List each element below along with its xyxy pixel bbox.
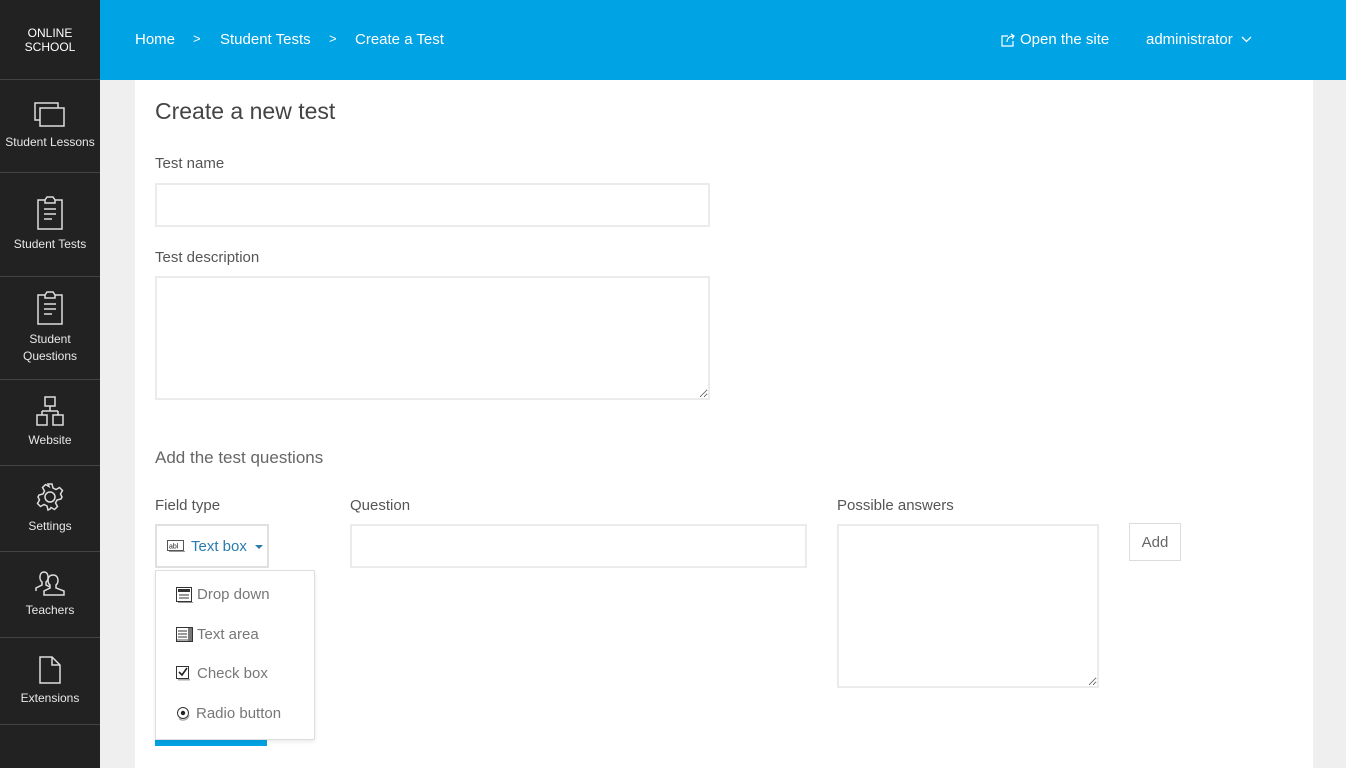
possible-answers-label: Possible answers	[837, 497, 954, 514]
user-name: administrator	[1146, 31, 1233, 48]
clipboard-icon	[37, 291, 63, 325]
sidebar-item-label: Extensions	[20, 690, 80, 705]
field-type-select[interactable]: abl Text box	[155, 524, 269, 568]
add-question-button[interactable]: Add	[1129, 523, 1181, 561]
breadcrumb-current: Create a Test	[355, 31, 444, 48]
top-bar: Home > Student Tests > Create a Test Ope…	[100, 0, 1346, 80]
field-type-dropdown: Drop down Text area Check box Radio butt…	[155, 570, 315, 740]
user-menu[interactable]: administrator	[1146, 31, 1252, 48]
question-input[interactable]	[350, 524, 807, 568]
question-label: Question	[350, 497, 411, 514]
sidebar-item-label: Website	[28, 433, 72, 447]
dropdown-option-drop-down[interactable]: Drop down	[176, 586, 270, 603]
logo[interactable]: ONLINE SCHOOL	[0, 0, 100, 80]
sidebar-item-website[interactable]: Website	[0, 380, 100, 466]
open-site-link[interactable]: Open the site	[1001, 31, 1109, 48]
clipboard-icon	[37, 196, 63, 230]
sidebar-item-label: Teachers	[25, 603, 75, 617]
dropdown-option-check-box[interactable]: Check box	[176, 665, 268, 682]
file-icon	[39, 655, 61, 684]
option-label: Text area	[197, 626, 259, 643]
breadcrumb-separator: >	[329, 31, 337, 46]
option-label: Drop down	[197, 586, 270, 603]
sidebar-item-label: Settings	[28, 519, 72, 533]
lessons-icon	[34, 101, 65, 127]
possible-answers-textarea[interactable]	[837, 524, 1099, 688]
main-content: Create a new test Test name Test descrip…	[135, 80, 1313, 768]
caret-down-icon	[254, 545, 263, 549]
sidebar-item-label: Student Lessons	[5, 134, 95, 149]
breadcrumb-student-tests[interactable]: Student Tests	[220, 31, 311, 48]
chevron-down-icon	[1241, 36, 1252, 43]
sidebar-item-student-tests[interactable]: Student Tests	[0, 173, 100, 277]
textarea-icon	[176, 626, 193, 642]
sidebar-item-label: Student Tests	[13, 237, 87, 251]
sidebar: ONLINE SCHOOL Student Lessons Student Tes…	[0, 0, 100, 768]
sidebar-item-label: Student Questions	[22, 332, 78, 363]
test-description-textarea[interactable]	[155, 276, 710, 400]
sidebar-item-extensions[interactable]: Extensions	[0, 638, 100, 725]
test-description-label: Test description	[155, 249, 260, 266]
questions-section-title: Add the test questions	[155, 448, 324, 467]
sidebar-item-student-questions[interactable]: Student Questions	[0, 277, 100, 380]
option-label: Check box	[197, 665, 268, 682]
breadcrumb-separator: >	[193, 31, 201, 46]
sidebar-item-student-lessons[interactable]: Student Lessons	[0, 80, 100, 173]
test-name-input[interactable]	[155, 183, 710, 227]
option-label: Radio button	[196, 705, 282, 722]
checkbox-icon	[176, 666, 190, 681]
svg-text:abl: abl	[169, 544, 179, 551]
external-link-icon	[1001, 33, 1015, 47]
users-icon	[35, 571, 65, 596]
breadcrumb-home[interactable]: Home	[135, 31, 175, 48]
page-title: Create a new test	[155, 98, 336, 124]
sitemap-icon	[36, 396, 64, 426]
dropdown-list-icon	[176, 586, 193, 603]
gear-icon	[36, 483, 64, 512]
dropdown-option-text-area[interactable]: Text area	[176, 626, 259, 643]
test-name-label: Test name	[155, 155, 225, 172]
logo-line-1: ONLINE	[27, 25, 73, 40]
field-type-label: Field type	[155, 497, 221, 514]
dropdown-option-radio-button[interactable]: Radio button	[176, 705, 281, 722]
logo-line-2: SCHOOL	[24, 39, 76, 54]
open-site-label: Open the site	[1020, 31, 1110, 48]
textbox-icon: abl	[167, 540, 185, 552]
sidebar-item-teachers[interactable]: Teachers	[0, 552, 100, 638]
field-type-selected: Text box	[191, 537, 247, 555]
radio-icon	[177, 707, 190, 721]
sidebar-item-settings[interactable]: Settings	[0, 466, 100, 552]
